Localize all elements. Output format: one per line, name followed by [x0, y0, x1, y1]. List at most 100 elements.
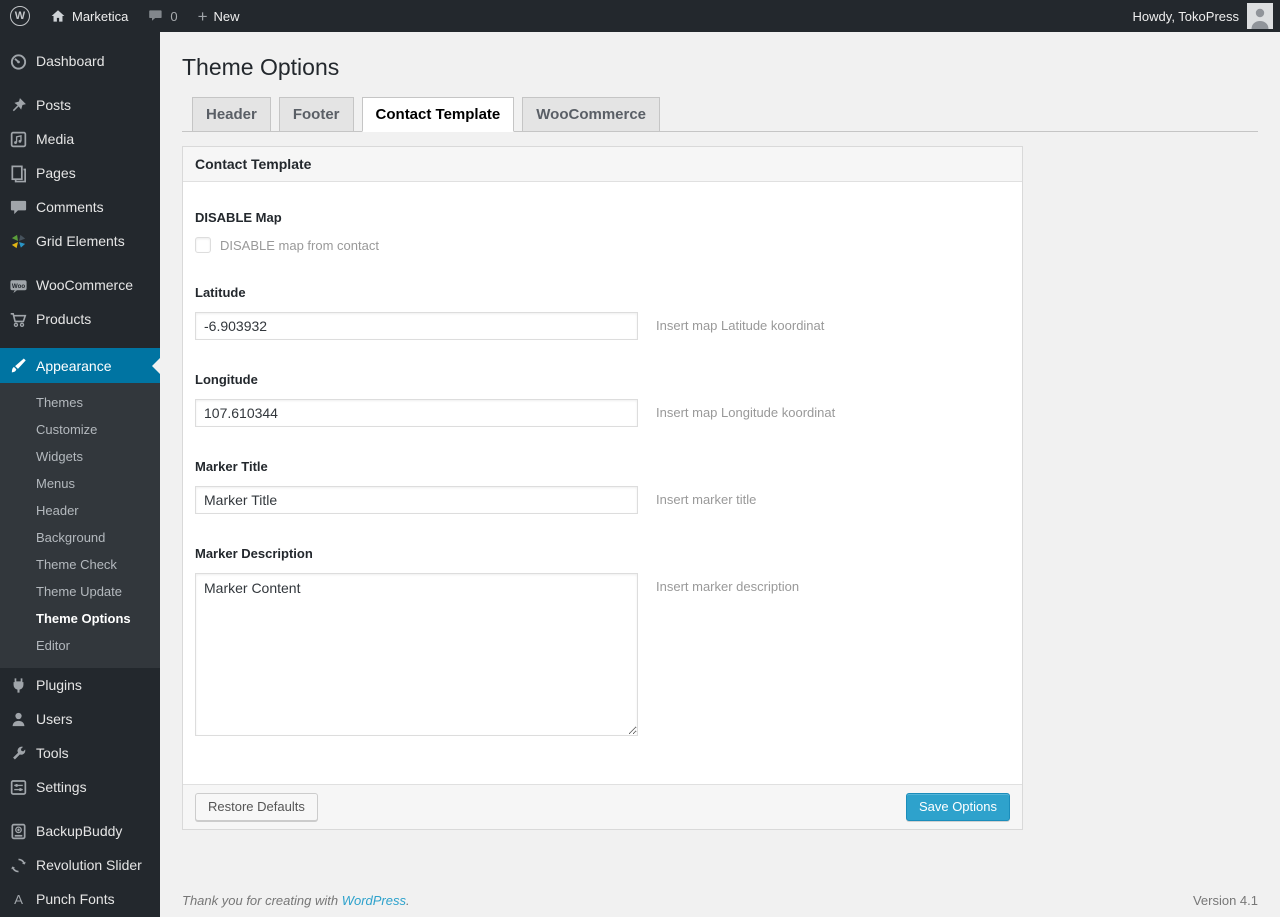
sidebar-item-revolution-slider[interactable]: Revolution Slider [0, 848, 160, 882]
footer-thanks-prefix: Thank you for creating with [182, 893, 339, 908]
sliders-icon [0, 778, 36, 797]
menu-separator [0, 78, 160, 88]
appearance-submenu: Themes Customize Widgets Menus Header Ba… [0, 383, 160, 668]
comment-bubble-icon [0, 198, 36, 217]
marker-description-textarea[interactable] [195, 573, 638, 736]
account-menu[interactable]: Howdy, TokoPress [1133, 0, 1280, 32]
home-icon [51, 10, 65, 22]
sidebar-item-label: Comments [36, 199, 104, 215]
latitude-input[interactable] [195, 312, 638, 340]
marker-title-label: Marker Title [195, 459, 268, 474]
sidebar-item-users[interactable]: Users [0, 702, 160, 736]
sidebar-item-media[interactable]: Media [0, 122, 160, 156]
contact-template-panel: Contact Template DISABLE Map DISABLE map… [182, 146, 1023, 830]
submenu-item-theme-check[interactable]: Theme Check [0, 551, 160, 578]
save-options-button[interactable]: Save Options [905, 793, 1010, 821]
current-menu-arrow-icon [144, 357, 160, 374]
sidebar-item-comments[interactable]: Comments [0, 190, 160, 224]
page-title: Theme Options [182, 54, 340, 80]
restore-defaults-button[interactable]: Restore Defaults [195, 793, 318, 821]
new-label: New [213, 8, 240, 24]
disable-map-checkbox-label[interactable]: DISABLE map from contact [220, 238, 379, 253]
comments-menu[interactable]: 0 [138, 0, 187, 32]
submenu-item-theme-options[interactable]: Theme Options [0, 605, 160, 632]
submenu-item-customize[interactable]: Customize [0, 416, 160, 443]
sidebar-item-label: Pages [36, 165, 76, 181]
sidebar-item-posts[interactable]: Posts [0, 88, 160, 122]
latitude-hint: Insert map Latitude koordinat [656, 318, 825, 333]
submenu-item-header[interactable]: Header [0, 497, 160, 524]
submenu-item-editor[interactable]: Editor [0, 632, 160, 659]
tab-footer[interactable]: Footer [278, 97, 354, 132]
disable-map-label: DISABLE Map [195, 210, 282, 225]
pushpin-icon [0, 96, 36, 115]
marker-description-label: Marker Description [195, 546, 313, 561]
menu-separator [0, 336, 160, 348]
sidebar-item-backupbuddy[interactable]: BackupBuddy [0, 814, 160, 848]
sidebar-item-label: Tools [36, 745, 69, 761]
new-content-menu[interactable]: + New [188, 0, 250, 32]
sidebar-item-label: BackupBuddy [36, 823, 123, 839]
sidebar-item-label: Grid Elements [36, 233, 125, 249]
sidebar-item-woocommerce[interactable]: Woo WooCommerce [0, 268, 160, 302]
backup-drive-icon [0, 822, 36, 841]
theme-options-tabs: Header Footer Contact Template WooCommer… [182, 97, 1258, 132]
tab-woocommerce[interactable]: WooCommerce [522, 97, 661, 132]
plus-icon: + [197, 6, 208, 26]
sidebar-item-settings[interactable]: Settings [0, 770, 160, 804]
submenu-item-widgets[interactable]: Widgets [0, 443, 160, 470]
sidebar-item-punch-fonts[interactable]: A Punch Fonts [0, 882, 160, 916]
longitude-input[interactable] [195, 399, 638, 427]
site-name-menu[interactable]: Marketica [40, 0, 138, 32]
sidebar-item-label: Settings [36, 779, 87, 795]
woo-badge-icon: Woo [0, 276, 36, 295]
wordpress-logo-menu[interactable]: W [0, 0, 40, 32]
submenu-item-themes[interactable]: Themes [0, 389, 160, 416]
latitude-label: Latitude [195, 285, 246, 300]
marker-title-input[interactable] [195, 486, 638, 514]
longitude-label: Longitude [195, 372, 258, 387]
marker-title-field: Marker Title Insert marker title [195, 459, 1010, 514]
tab-header[interactable]: Header [192, 97, 271, 132]
media-icon [0, 130, 36, 149]
longitude-field: Longitude Insert map Longitude koordinat [195, 372, 1010, 427]
admin-footer: Thank you for creating with WordPress. V… [182, 893, 1258, 908]
tab-contact-template[interactable]: Contact Template [361, 97, 515, 132]
sidebar-item-products[interactable]: Products [0, 302, 160, 336]
sidebar-item-plugins[interactable]: Plugins [0, 668, 160, 702]
sidebar-item-appearance[interactable]: Appearance [0, 348, 160, 383]
menu-separator [0, 258, 160, 268]
admin-bar: W Marketica 0 + New Howdy, TokoPress [0, 0, 1280, 32]
submenu-item-background[interactable]: Background [0, 524, 160, 551]
sidebar-item-label: Appearance [36, 357, 112, 374]
menu-separator [0, 804, 160, 814]
sidebar-item-dashboard[interactable]: Dashboard [0, 44, 160, 78]
footer-version: Version 4.1 [1192, 893, 1258, 908]
sidebar-item-label: Products [36, 311, 92, 327]
svg-text:Woo: Woo [11, 282, 24, 289]
longitude-hint: Insert map Longitude koordinat [656, 405, 836, 420]
wrench-icon [0, 744, 36, 763]
paintbrush-icon [0, 356, 36, 375]
sidebar-item-pages[interactable]: Pages [0, 156, 160, 190]
sidebar-item-tools[interactable]: Tools [0, 736, 160, 770]
refresh-arrows-icon [0, 856, 36, 875]
svg-text:A: A [14, 891, 23, 906]
sidebar-item-label: Punch Fonts [36, 891, 115, 907]
pages-icon [0, 164, 36, 183]
sidebar-item-grid-elements[interactable]: Grid Elements [0, 224, 160, 258]
sidebar-item-label: Plugins [36, 677, 82, 693]
wordpress-link[interactable]: WordPress [342, 893, 406, 908]
person-silhouette-icon [1247, 3, 1273, 29]
wordpress-logo-icon: W [10, 6, 30, 26]
howdy-label: Howdy, TokoPress [1132, 8, 1239, 24]
sidebar-item-label: Dashboard [36, 53, 105, 69]
person-icon [0, 710, 36, 729]
plug-icon [0, 676, 36, 695]
submenu-item-theme-update[interactable]: Theme Update [0, 578, 160, 605]
submenu-item-menus[interactable]: Menus [0, 470, 160, 497]
disable-map-checkbox[interactable] [195, 237, 211, 253]
sidebar-item-label: Media [36, 131, 75, 147]
marker-description-hint: Insert marker description [656, 579, 800, 594]
panel-footer: Restore Defaults Save Options [183, 784, 1022, 829]
